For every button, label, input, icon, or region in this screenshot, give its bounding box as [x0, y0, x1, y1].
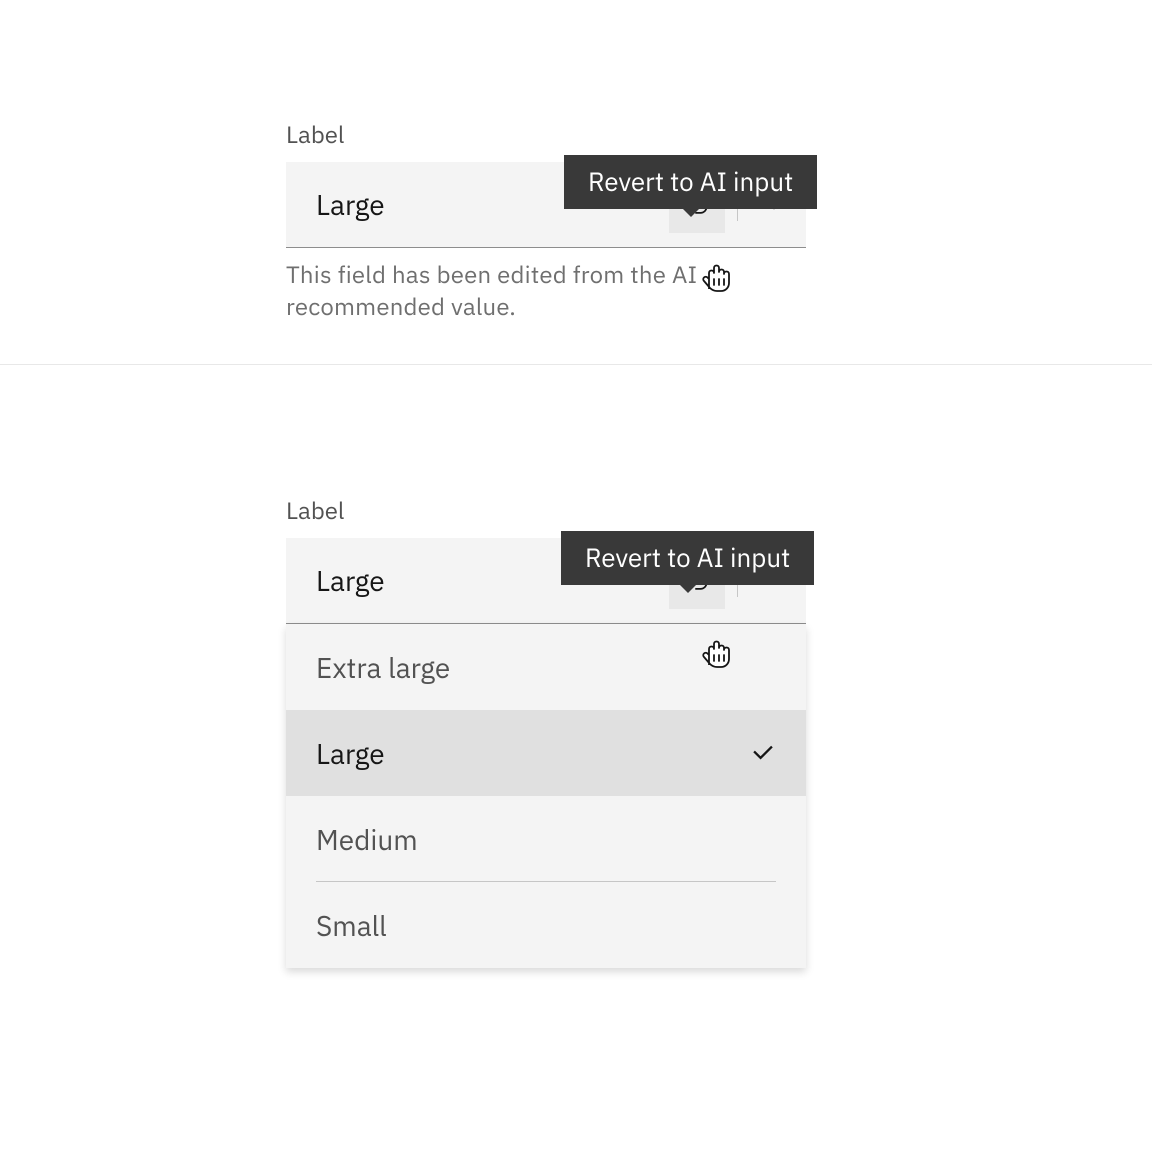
dropdown-option[interactable]: Small [286, 882, 806, 968]
dropdown-field[interactable]: Revert to AI input Large [286, 538, 806, 624]
option-label: Large [316, 735, 385, 772]
helper-text: This field has been edited from the AI r… [286, 258, 806, 323]
field-label: Label [286, 494, 806, 526]
option-label: Medium [316, 821, 418, 858]
dropdown-open-example: Label Revert to AI input Large [286, 494, 806, 624]
dropdown-option[interactable]: Extra large [286, 624, 806, 710]
checkmark-icon [750, 740, 776, 766]
section-divider [0, 364, 1152, 365]
dropdown-menu: Extra large Large Medium Small [286, 624, 806, 968]
tooltip: Revert to AI input [564, 155, 817, 209]
dropdown-option[interactable]: Large [286, 710, 806, 796]
dropdown-closed-example: Label Revert to AI input Large [286, 118, 806, 323]
tooltip: Revert to AI input [561, 531, 814, 585]
field-label: Label [286, 118, 806, 150]
option-label: Small [316, 907, 387, 944]
option-label: Extra large [316, 649, 450, 686]
dropdown-field[interactable]: Revert to AI input Large [286, 162, 806, 248]
dropdown-option[interactable]: Medium [286, 796, 806, 882]
